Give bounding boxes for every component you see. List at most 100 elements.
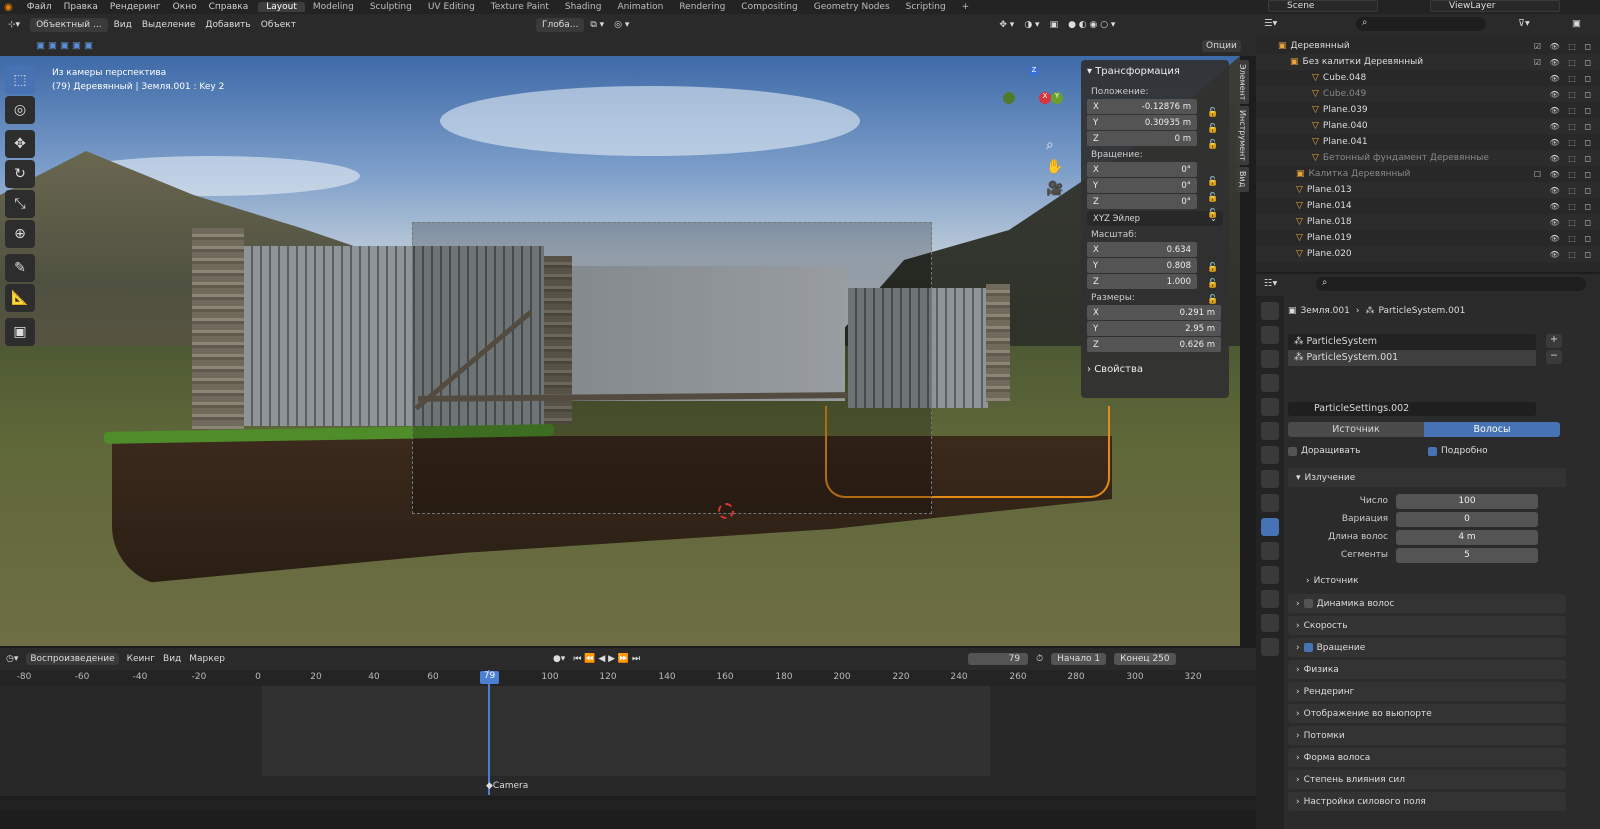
force-field-settings-panel[interactable]: › Настройки силового поля: [1288, 792, 1566, 811]
tab-view[interactable]: Вид: [1236, 167, 1249, 192]
tab-sculpting[interactable]: Sculpting: [362, 2, 420, 12]
scale-tool-icon[interactable]: ⤡: [5, 190, 35, 218]
lock-icon[interactable]: 🔓: [1207, 140, 1218, 150]
overlay-toggle-icon[interactable]: ◑ ▾: [1024, 20, 1039, 30]
location-y-field[interactable]: Y 0.30935 m: [1087, 115, 1197, 130]
field-weights-panel[interactable]: › Степень влияния сил: [1288, 770, 1566, 789]
list-item[interactable]: ⁂ ParticleSystem.001: [1288, 350, 1536, 366]
playhead-frame-label[interactable]: 79: [480, 671, 499, 684]
properties-search-input[interactable]: ⌕: [1316, 277, 1586, 291]
cursor-tool-icon[interactable]: ◎: [5, 96, 35, 124]
timeline-scrollbar[interactable]: [0, 800, 1256, 810]
velocity-panel[interactable]: › Скорость: [1288, 616, 1566, 635]
add-button[interactable]: +: [1546, 334, 1562, 348]
view-layer-tab-icon[interactable]: [1261, 374, 1279, 392]
outliner-search-input[interactable]: ⌕: [1356, 17, 1486, 31]
scale-z-field[interactable]: Z 1.000: [1087, 274, 1197, 289]
view-menu[interactable]: Вид: [163, 654, 181, 664]
world-tab-icon[interactable]: [1261, 422, 1279, 440]
modifier-tab-icon[interactable]: [1261, 494, 1279, 512]
menu-window[interactable]: Окно: [167, 2, 203, 12]
segments-field[interactable]: 5: [1396, 548, 1538, 563]
scale-y-field[interactable]: Y 0.808: [1087, 258, 1197, 273]
view-layer-selector[interactable]: ViewLayer: [1430, 0, 1560, 12]
source-subpanel[interactable]: › Источник: [1306, 572, 1582, 590]
tab-rendering[interactable]: Rendering: [671, 2, 733, 12]
list-item[interactable]: ▣ Калитка Деревянный ☐ 👁 ⬚ ◻: [1256, 166, 1600, 182]
viewport-display-panel[interactable]: › Отображение во вьюпорте: [1288, 704, 1566, 723]
list-item[interactable]: ▣ Без калитки Деревянный ☑ 👁 ⬚ ◻: [1256, 54, 1600, 70]
tool-tab-icon[interactable]: [1261, 302, 1279, 320]
mode-selector[interactable]: Объектный ...: [30, 18, 108, 32]
transform-header[interactable]: ▾ Трансформация: [1087, 64, 1223, 83]
dimensions-x-field[interactable]: X 0.291 m: [1087, 305, 1221, 320]
add-workspace-icon[interactable]: +: [954, 2, 978, 12]
lock-icon[interactable]: 🔓: [1207, 177, 1218, 187]
timeline-editor-icon[interactable]: ◷▾: [6, 654, 18, 664]
scene-selector[interactable]: Scene: [1268, 0, 1378, 12]
rotation-x-field[interactable]: X 0°: [1087, 162, 1197, 177]
location-x-field[interactable]: X -0.12876 m: [1087, 99, 1197, 114]
advanced-checkbox[interactable]: Подробно: [1428, 442, 1558, 460]
tab-shading[interactable]: Shading: [557, 2, 610, 12]
properties-editor-icon[interactable]: ☷▾: [1264, 278, 1277, 289]
menu-add[interactable]: Добавить: [205, 20, 250, 30]
lock-icon[interactable]: 🔓: [1207, 209, 1218, 219]
tab-uv-editing[interactable]: UV Editing: [420, 2, 483, 12]
tab-layout[interactable]: Layout: [258, 2, 305, 12]
dimensions-z-field[interactable]: Z 0.626 m: [1087, 337, 1221, 352]
particles-tab-icon[interactable]: [1261, 518, 1279, 536]
proportional-icon[interactable]: ◎ ▾: [614, 20, 629, 30]
list-item[interactable]: ▣ Деревянный ☑ 👁 ⬚ ◻: [1256, 38, 1600, 54]
playback-controls-icon[interactable]: ⏮ ⏪ ◀ ▶ ⏩ ⏭: [573, 654, 640, 664]
blender-logo-icon[interactable]: ◉: [0, 2, 17, 13]
scene-tab-icon[interactable]: [1261, 398, 1279, 416]
current-frame-field[interactable]: 79: [968, 653, 1029, 665]
render-panel[interactable]: › Рендеринг: [1288, 682, 1566, 701]
seed-field[interactable]: 0: [1396, 512, 1538, 527]
tab-geometry-nodes[interactable]: Geometry Nodes: [806, 2, 898, 12]
add-cube-tool-icon[interactable]: ▣: [5, 318, 35, 346]
outliner-editor-icon[interactable]: ☰▾: [1264, 18, 1277, 29]
lock-icon[interactable]: 🔓: [1207, 193, 1218, 203]
lock-icon[interactable]: 🔓: [1207, 295, 1218, 305]
material-tab-icon[interactable]: [1261, 614, 1279, 632]
pan-hand-icon[interactable]: ✋: [1046, 156, 1063, 178]
tab-animation[interactable]: Animation: [609, 2, 671, 12]
dimensions-y-field[interactable]: Y 2.95 m: [1087, 321, 1221, 336]
lock-icon[interactable]: 🔓: [1207, 108, 1218, 118]
start-frame-field[interactable]: Начало 1: [1051, 653, 1107, 665]
emission-panel-header[interactable]: ▾ Излучение: [1288, 468, 1566, 487]
list-item[interactable]: ▽ Plane.019 👁 ⬚ ◻: [1256, 230, 1600, 246]
menu-help[interactable]: Справка: [203, 2, 255, 12]
list-item[interactable]: ▽ Plane.041 👁 ⬚ ◻: [1256, 134, 1600, 150]
3d-cursor-icon[interactable]: [718, 503, 734, 519]
lock-icon[interactable]: 🔓: [1207, 279, 1218, 289]
navigation-gizmo[interactable]: Z X Y: [1003, 66, 1063, 126]
3d-viewport[interactable]: Z X Y ⌕ ✋ 🎥: [0, 56, 1240, 646]
end-frame-field[interactable]: Конец 250: [1114, 653, 1176, 665]
hair-shape-panel[interactable]: › Форма волоса: [1288, 748, 1566, 767]
playback-menu[interactable]: Воспроизведение: [26, 653, 119, 665]
type-emitter-button[interactable]: Источник: [1288, 422, 1424, 437]
object-tab-icon[interactable]: [1261, 470, 1279, 488]
particle-system-list[interactable]: ⁂ ParticleSystem ⁂ ParticleSystem.001: [1288, 334, 1536, 366]
tab-tool[interactable]: Инструмент: [1236, 106, 1249, 166]
preview-range-icon[interactable]: ⏱: [1036, 654, 1043, 664]
shading-modes-icon[interactable]: ● ◐ ◉ ○ ▾: [1068, 20, 1115, 30]
type-hair-button[interactable]: Волосы: [1424, 422, 1560, 437]
menu-render[interactable]: Рендеринг: [104, 2, 167, 12]
rotation-panel[interactable]: › Вращение: [1288, 638, 1566, 657]
rotation-mode-dropdown[interactable]: XYZ Эйлер ⌄: [1087, 211, 1223, 226]
hair-length-field[interactable]: 4 m: [1396, 530, 1538, 545]
menu-file[interactable]: Файл: [21, 2, 58, 12]
snap-icon[interactable]: ⧉ ▾: [590, 20, 604, 30]
render-tab-icon[interactable]: [1261, 326, 1279, 344]
tab-scripting[interactable]: Scripting: [898, 2, 954, 12]
options-button[interactable]: Опции: [1202, 40, 1241, 52]
menu-select[interactable]: Выделение: [142, 20, 196, 30]
rotation-z-field[interactable]: Z 0°: [1087, 194, 1197, 209]
constraints-tab-icon[interactable]: [1261, 566, 1279, 584]
collection-tab-icon[interactable]: [1261, 446, 1279, 464]
zoom-icon[interactable]: ⌕: [1046, 134, 1063, 156]
